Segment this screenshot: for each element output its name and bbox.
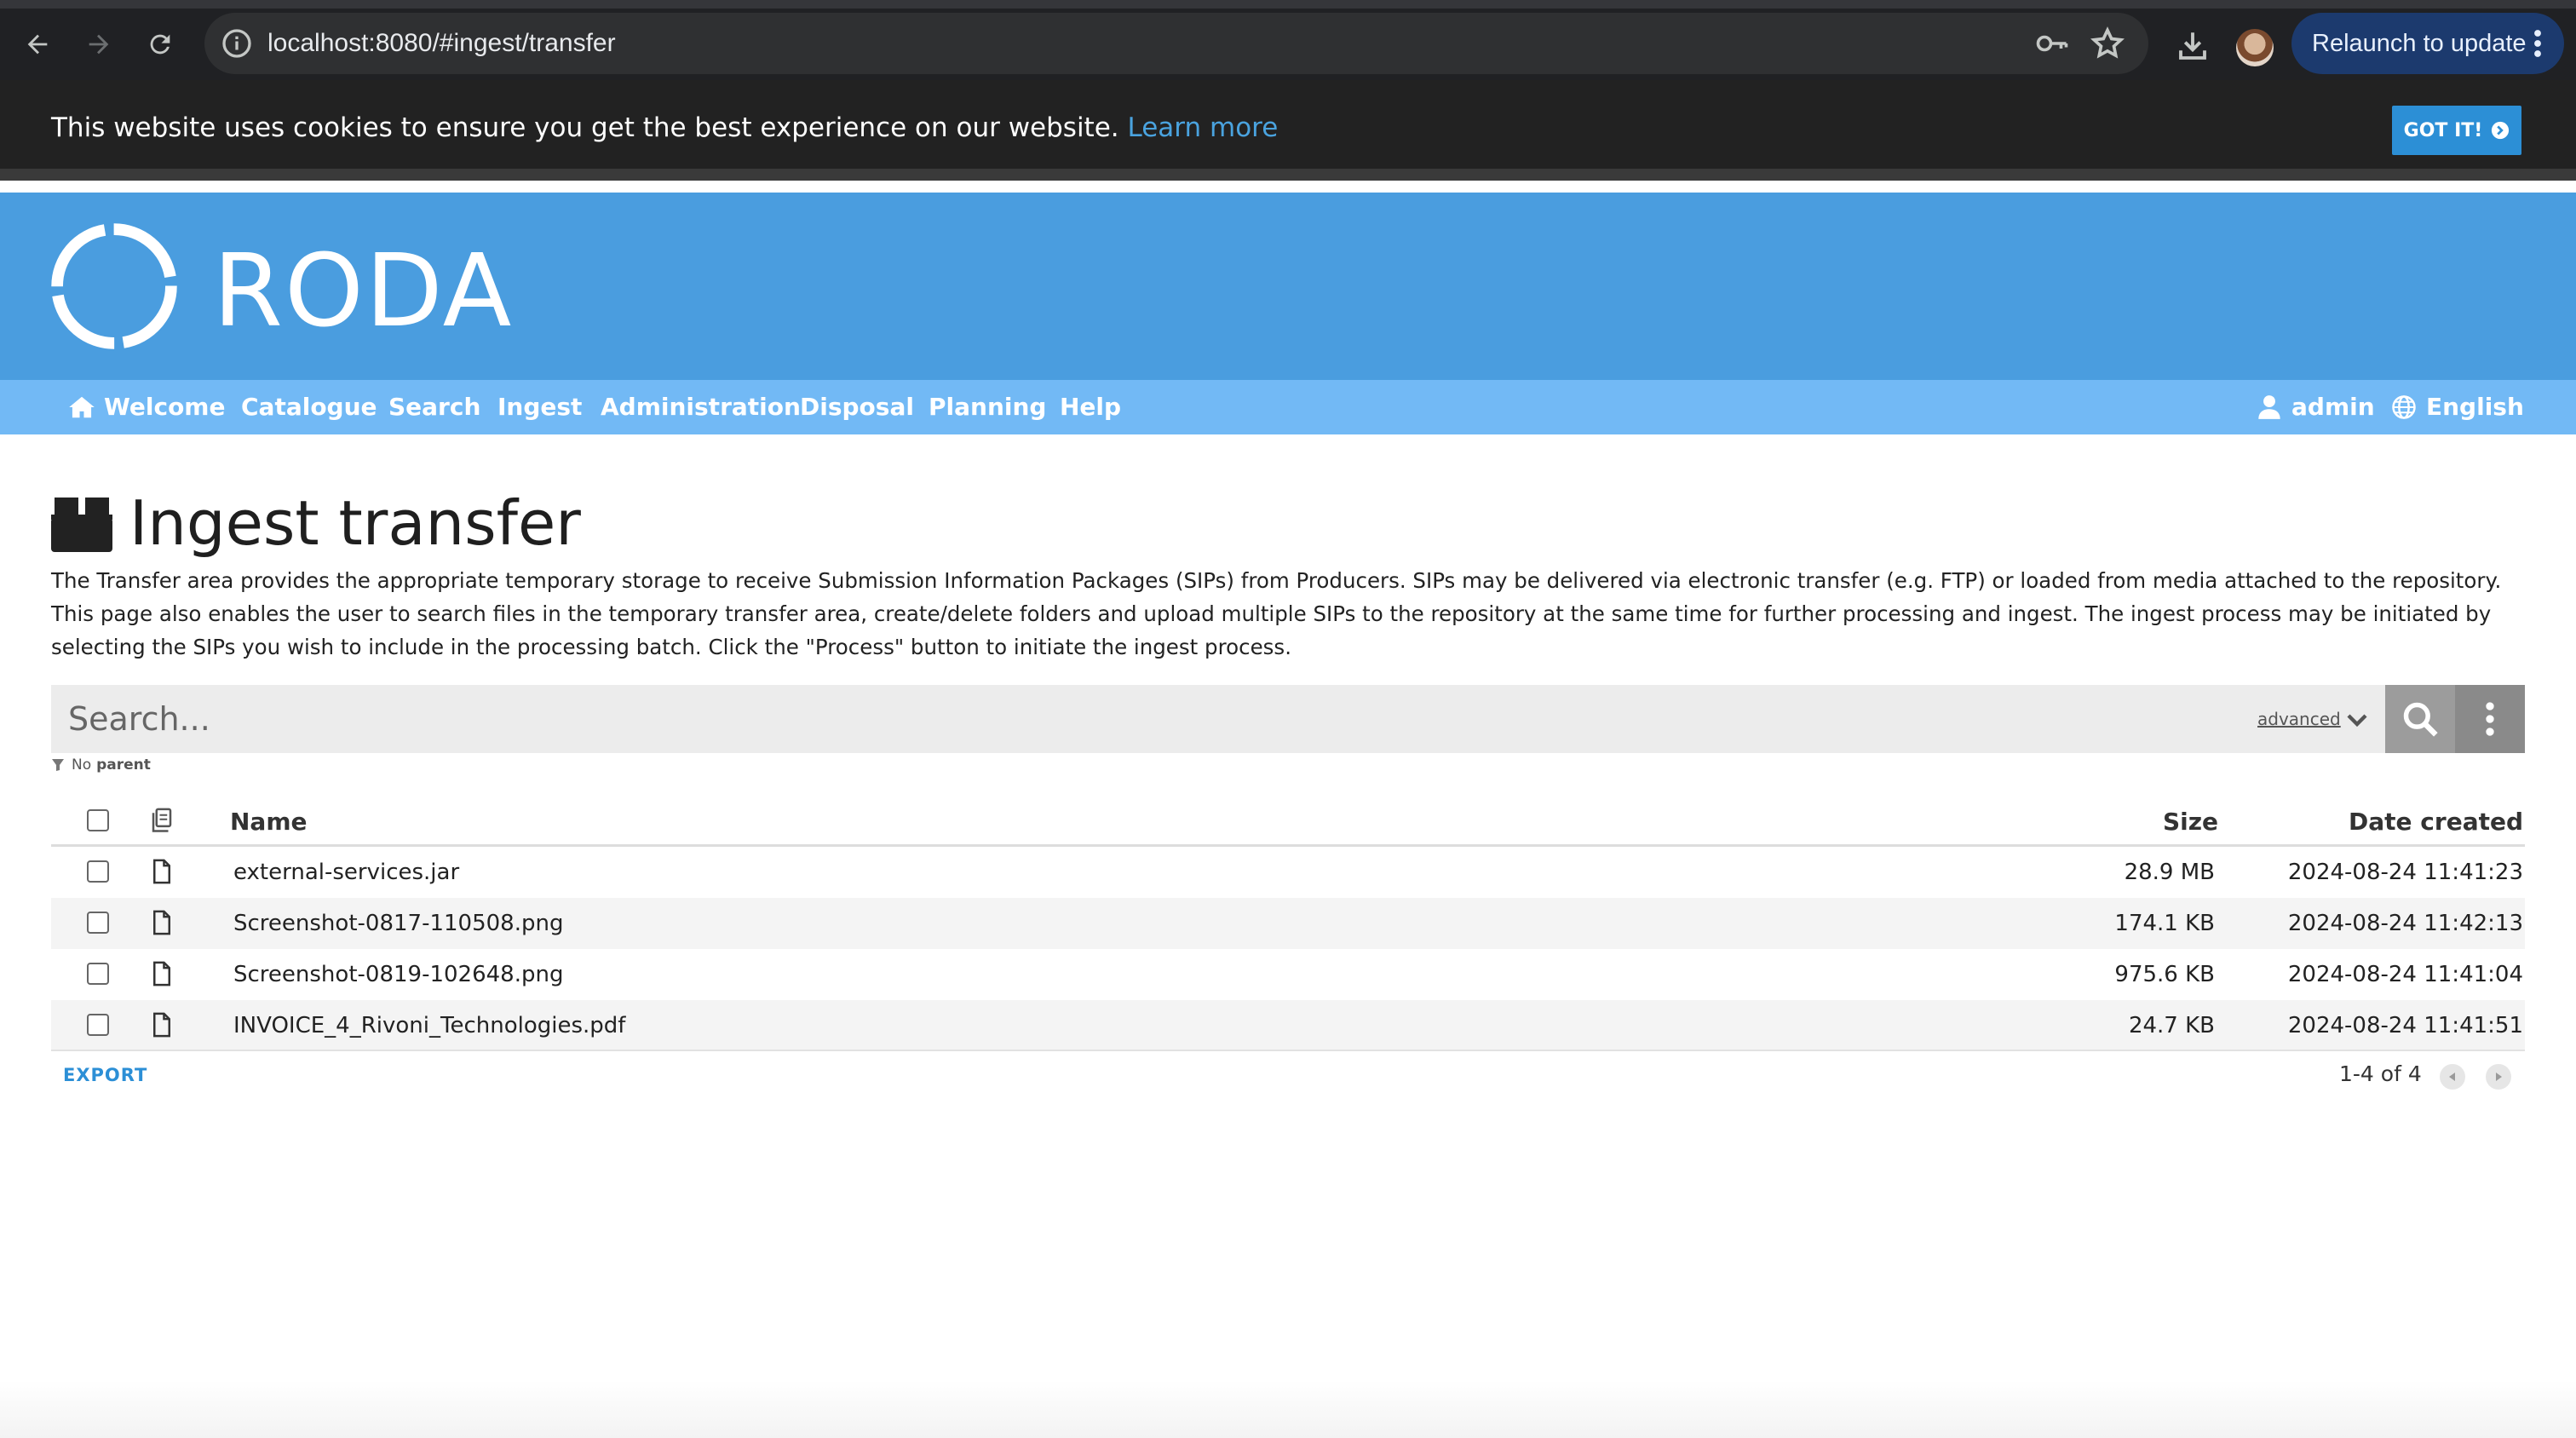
got-it-button[interactable]: GOT IT! — [2392, 106, 2521, 155]
filter-value: parent — [96, 756, 151, 774]
menu-item-planning[interactable]: Planning — [929, 380, 1046, 434]
caret-left-icon — [2449, 1073, 2455, 1081]
filter-label: No — [72, 756, 92, 774]
browser-toolbar: localhost:8080/#ingest/transfer Relaunch… — [0, 0, 2576, 80]
box-icon — [51, 498, 112, 552]
select-all-checkbox[interactable] — [87, 809, 109, 831]
transfer-table: Name Size Date created external-services… — [51, 797, 2525, 1051]
row-checkbox[interactable] — [87, 963, 109, 985]
table-header: Name Size Date created — [51, 797, 2525, 847]
got-it-label: GOT IT! — [2403, 119, 2483, 141]
roda-logo-icon[interactable] — [49, 221, 179, 351]
row-checkbox[interactable] — [87, 1014, 109, 1036]
file-size: 975.6 KB — [2114, 962, 2215, 987]
file-name[interactable]: Screenshot-0817-110508.png — [233, 898, 563, 949]
language-label: English — [2426, 393, 2524, 421]
cookie-message: This website uses cookies to ensure you … — [51, 112, 1278, 143]
forward-button[interactable] — [75, 20, 123, 68]
table-row[interactable]: INVOICE_4_Rivoni_Technologies.pdf 24.7 K… — [51, 1000, 2525, 1051]
relaunch-button[interactable]: Relaunch to update — [2291, 13, 2564, 74]
table-row[interactable]: Screenshot-0819-102648.png 975.6 KB 2024… — [51, 949, 2525, 1000]
row-checkbox[interactable] — [87, 860, 109, 883]
file-icon — [153, 859, 170, 884]
more-vertical-icon — [2486, 702, 2494, 736]
site-info-icon[interactable] — [220, 26, 254, 60]
column-header-name[interactable]: Name — [230, 797, 308, 847]
relaunch-label: Relaunch to update — [2312, 29, 2527, 57]
column-header-date[interactable]: Date created — [2349, 797, 2523, 847]
main-menu: Welcome Catalogue Search Ingest Administ… — [0, 380, 2576, 434]
previous-page-button[interactable] — [2440, 1064, 2465, 1090]
next-page-button[interactable] — [2486, 1064, 2511, 1090]
menu-item-disposal[interactable]: Disposal — [800, 380, 914, 434]
globe-icon — [2392, 395, 2416, 419]
file-date: 2024-08-24 11:41:23 — [2287, 860, 2523, 885]
user-menu[interactable]: admin — [2256, 380, 2375, 434]
file-date: 2024-08-24 11:42:13 — [2287, 911, 2523, 936]
reload-icon — [150, 34, 170, 55]
password-key-icon[interactable] — [2034, 26, 2070, 60]
caret-right-icon — [2496, 1073, 2502, 1081]
menu-item-help[interactable]: Help — [1060, 380, 1121, 434]
menu-item-administration[interactable]: Administration — [601, 380, 801, 434]
menu-item-search[interactable]: Search — [388, 380, 480, 434]
home-icon — [69, 396, 95, 418]
brand-name[interactable]: RODA — [213, 232, 513, 349]
cookie-banner: This website uses cookies to ensure you … — [0, 80, 2576, 181]
arrow-circle-right-icon — [2492, 121, 2510, 140]
forward-arrow-icon — [89, 34, 109, 55]
chevron-down-icon[interactable] — [2344, 707, 2370, 733]
pagination-label: 1-4 of 4 — [2339, 1061, 2422, 1086]
back-arrow-icon — [27, 34, 48, 55]
menu-item-ingest[interactable]: Ingest — [497, 380, 582, 434]
file-icon — [153, 910, 170, 935]
search-icon — [2403, 702, 2438, 737]
download-icon[interactable] — [2175, 27, 2211, 65]
more-vertical-icon — [2534, 30, 2541, 57]
file-date: 2024-08-24 11:41:04 — [2287, 962, 2523, 987]
row-checkbox[interactable] — [87, 912, 109, 934]
cookie-message-text: This website uses cookies to ensure you … — [51, 112, 1119, 143]
search-button[interactable] — [2385, 685, 2455, 753]
page-bottom-shadow — [0, 1380, 2576, 1438]
file-size: 28.9 MB — [2124, 860, 2215, 885]
table-row[interactable]: Screenshot-0817-110508.png 174.1 KB 2024… — [51, 898, 2525, 949]
search-input[interactable] — [51, 685, 2249, 753]
menu-item-welcome[interactable]: Welcome — [68, 380, 225, 434]
filter-icon — [52, 759, 64, 771]
file-name[interactable]: INVOICE_4_Rivoni_Technologies.pdf — [233, 1000, 625, 1051]
export-button[interactable]: EXPORT — [63, 1065, 147, 1085]
page-header: Ingest transfer — [51, 487, 581, 559]
file-date: 2024-08-24 11:41:51 — [2287, 1013, 2523, 1038]
copy-icon[interactable] — [150, 808, 174, 833]
file-icon — [153, 961, 170, 986]
reload-button[interactable] — [136, 20, 184, 68]
search-options-button[interactable] — [2455, 685, 2525, 753]
file-name[interactable]: external-services.jar — [233, 847, 459, 898]
learn-more-link[interactable]: Learn more — [1128, 112, 1279, 143]
search-bar: advanced — [51, 685, 2525, 753]
advanced-search-link[interactable]: advanced — [2257, 709, 2341, 729]
user-icon — [2258, 395, 2280, 419]
bookmark-star-icon[interactable] — [2089, 25, 2126, 62]
menu-item-catalogue[interactable]: Catalogue — [241, 380, 377, 434]
file-name[interactable]: Screenshot-0819-102648.png — [233, 949, 563, 1000]
language-menu[interactable]: English — [2390, 380, 2524, 434]
table-row[interactable]: external-services.jar 28.9 MB 2024-08-24… — [51, 847, 2525, 898]
user-name: admin — [2291, 393, 2375, 421]
profile-avatar[interactable] — [2236, 29, 2274, 66]
address-bar[interactable]: localhost:8080/#ingest/transfer — [204, 13, 2148, 74]
column-header-size[interactable]: Size — [2163, 797, 2218, 847]
menu-item-welcome-label: Welcome — [104, 393, 226, 421]
file-icon — [153, 1012, 170, 1038]
site-header: RODA — [0, 193, 2576, 380]
back-button[interactable] — [14, 20, 61, 68]
file-size: 174.1 KB — [2114, 911, 2215, 936]
page-title: Ingest transfer — [129, 487, 581, 559]
search-filter: No parent — [51, 756, 151, 774]
file-size: 24.7 KB — [2128, 1013, 2215, 1038]
url-text[interactable]: localhost:8080/#ingest/transfer — [267, 13, 616, 74]
page-description: The Transfer area provides the appropria… — [51, 568, 2502, 659]
